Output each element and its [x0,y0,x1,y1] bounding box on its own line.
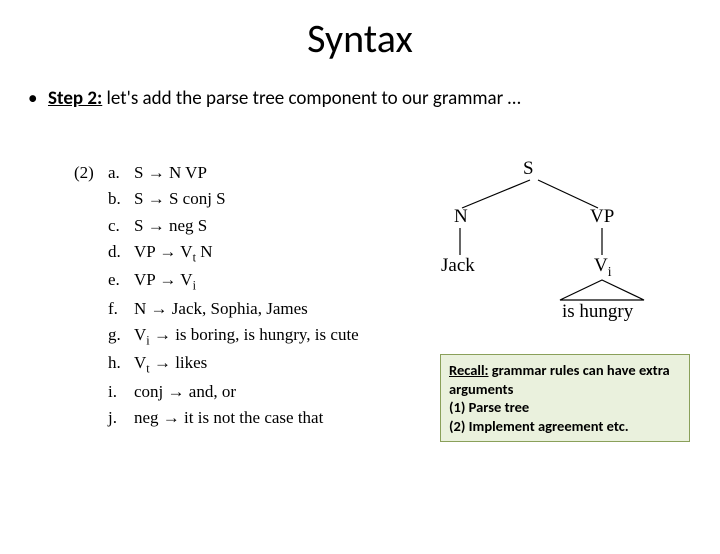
tree-leaf-is-hungry: is hungry [562,301,633,323]
rule-body: neg → it is not the case that [134,405,323,431]
grammar-rule-f: f.N → Jack, Sophia, James [74,296,359,322]
grammar-rule-d: d.VP → Vt N [74,239,359,267]
step-rest: let's add the parse tree component to ou… [102,87,520,110]
rule-body: S → neg S [134,213,207,239]
rule-number [74,350,108,378]
rule-body: conj → and, or [134,379,236,405]
rule-number [74,239,108,267]
step-bullet: • Step 2: let's add the parse tree compo… [28,87,720,110]
tree-node-N: N [454,206,468,228]
rule-number [74,322,108,350]
callout-line-1: (1) Parse tree [449,398,681,417]
grammar-rule-j: j.neg → it is not the case that [74,405,359,431]
rule-letter: a. [108,160,134,186]
rule-number [74,296,108,322]
grammar-rule-h: h.Vt → likes [74,350,359,378]
tree-leaf-jack: Jack [441,255,475,277]
grammar-rule-b: b.S → S conj S [74,186,359,212]
rule-letter: f. [108,296,134,322]
rule-body: S → N VP [134,160,207,186]
rule-body: Vt → likes [134,350,207,378]
rule-letter: d. [108,239,134,267]
grammar-rule-g: g.Vi → is boring, is hungry, is cute [74,322,359,350]
tree-node-Vi: Vi [594,255,612,280]
grammar-rules-block: (2)a.S → N VPb.S → S conj Sc.S → neg Sd.… [74,160,359,431]
callout-line-intro: Recall: grammar rules can have extra arg… [449,361,681,398]
rule-letter: g. [108,322,134,350]
rule-letter: i. [108,379,134,405]
rule-letter: b. [108,186,134,212]
grammar-rule-i: i.conj → and, or [74,379,359,405]
grammar-rule-c: c.S → neg S [74,213,359,239]
rule-number [74,213,108,239]
rule-body: VP → Vi [134,267,196,295]
rule-number [74,379,108,405]
tree-node-VP: VP [590,206,614,228]
rule-number: (2) [74,160,108,186]
rule-body: N → Jack, Sophia, James [134,296,308,322]
tree-node-S: S [523,158,534,180]
grammar-rule-a: (2)a.S → N VP [74,160,359,186]
recall-callout: Recall: grammar rules can have extra arg… [440,354,690,442]
grammar-rule-e: e.VP → Vi [74,267,359,295]
rule-letter: h. [108,350,134,378]
page-title: Syntax [0,14,720,63]
rule-letter: j. [108,405,134,431]
rule-body: S → S conj S [134,186,226,212]
callout-line-2: (2) Implement agreement etc. [449,417,681,436]
bullet-marker: • [28,87,48,110]
rule-letter: c. [108,213,134,239]
rule-body: Vi → is boring, is hungry, is cute [134,322,359,350]
rule-letter: e. [108,267,134,295]
parse-tree-diagram: S N VP Jack Vi is hungry [410,160,660,340]
rule-number [74,186,108,212]
rule-body: VP → Vt N [134,239,213,267]
step-label: Step 2: [48,87,102,110]
bullet-text: Step 2: let's add the parse tree compone… [48,87,521,110]
rule-number [74,405,108,431]
rule-number [74,267,108,295]
